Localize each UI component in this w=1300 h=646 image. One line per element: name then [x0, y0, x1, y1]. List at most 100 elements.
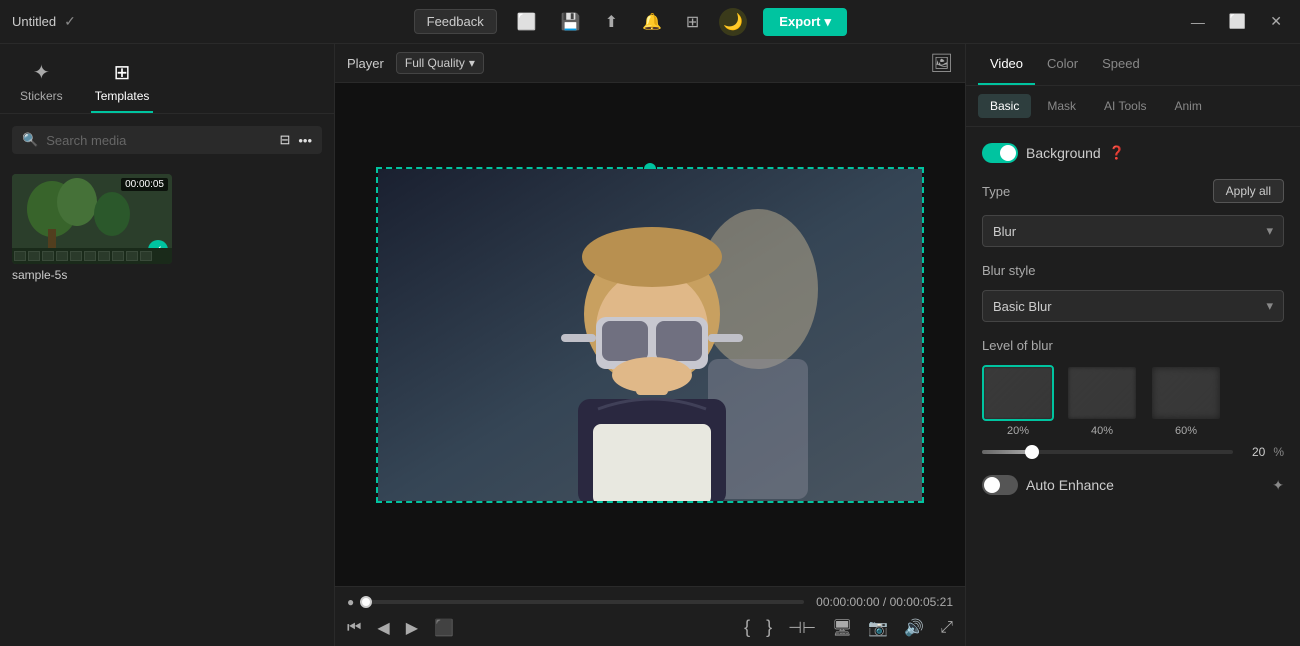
subtab-mask[interactable]: Mask	[1035, 94, 1088, 118]
fullscreen-icon[interactable]: ⤢	[940, 619, 953, 637]
more-icon[interactable]: •••	[298, 133, 312, 148]
mark-out-icon[interactable]: }	[766, 617, 772, 638]
monitor2-icon[interactable]: 🖥	[832, 618, 852, 638]
subtab-basic[interactable]: Basic	[978, 94, 1031, 118]
quality-select[interactable]: Full Quality ▾	[396, 52, 484, 74]
blur-pct-60: 60%	[1175, 425, 1197, 437]
center-area: Player Full Quality ▾ 🖼	[335, 44, 965, 646]
blur-style-dropdown[interactable]: Basic Blur ▾	[982, 290, 1284, 322]
export-label: Export	[779, 14, 820, 29]
video-frame	[376, 167, 924, 503]
blur-slider-value: 20	[1241, 445, 1265, 459]
step-back-icon[interactable]: ⏮	[347, 619, 361, 637]
player-bar: Player Full Quality ▾ 🖼	[335, 44, 965, 83]
video-scene-svg	[378, 169, 922, 501]
app-title: Untitled	[12, 14, 56, 29]
timeline-track[interactable]	[366, 600, 804, 604]
subtab-anim[interactable]: Anim	[1162, 94, 1213, 118]
blur-option-60: 60%	[1150, 365, 1222, 437]
video-background	[378, 169, 922, 501]
auto-enhance-row: Auto Enhance ✦	[982, 475, 1284, 495]
export-button[interactable]: Export ▾	[763, 8, 847, 36]
blur-level-label: Level of blur	[982, 338, 1053, 353]
maximize-button[interactable]: ⬜	[1223, 11, 1252, 32]
type-value: Blur	[993, 224, 1016, 239]
blur-level-options: 20% 40% 60%	[982, 365, 1284, 437]
blur-style-value: Basic Blur	[993, 299, 1052, 314]
minimize-button[interactable]: —	[1185, 12, 1211, 32]
blur-option-40: 40%	[1066, 365, 1138, 437]
play-icon[interactable]: ▶	[406, 618, 418, 638]
frame-back-icon[interactable]: ◀	[377, 618, 389, 638]
mark-in-icon[interactable]: {	[744, 617, 750, 638]
search-icons: ⊟ •••	[279, 132, 312, 148]
search-bar: 🔍 ⊟ •••	[12, 126, 322, 154]
image-export-icon[interactable]: 🖼	[930, 53, 953, 74]
blur-thumb-40[interactable]	[1066, 365, 1138, 421]
tab-video[interactable]: Video	[978, 44, 1035, 85]
blur-slider-thumb[interactable]	[1025, 445, 1039, 459]
background-info-icon[interactable]: ❓	[1109, 145, 1125, 161]
export-arrow: ▾	[824, 14, 831, 30]
blur-slider-row: 20 %	[982, 445, 1284, 459]
tab-color[interactable]: Color	[1035, 44, 1090, 85]
player-viewport	[335, 83, 965, 586]
auto-enhance-toggle[interactable]	[982, 475, 1018, 495]
blur-pct-20: 20%	[1007, 425, 1029, 437]
type-dropdown-arrow: ▾	[1266, 223, 1273, 239]
timeline-thumb[interactable]	[360, 596, 372, 608]
sidebar-item-templates[interactable]: ⊞ Templates	[91, 52, 154, 113]
right-content: Background ❓ Type Apply all Blur ▾ Blur …	[966, 127, 1300, 646]
grid-icon[interactable]: ⊞	[682, 8, 703, 36]
controls-bar: ● 00:00:00:00 / 00:00:05:21 ⏮ ◀ ▶ ⬛ { }	[335, 586, 965, 646]
media-thumbnail[interactable]: 00:00:05 ✓	[12, 174, 172, 264]
background-section: Background ❓	[982, 143, 1284, 163]
type-dropdown[interactable]: Blur ▾	[982, 215, 1284, 247]
player-label: Player	[347, 56, 384, 71]
notification-icon[interactable]: 🔔	[638, 8, 666, 36]
quality-value: Full Quality	[405, 56, 465, 70]
current-time: 00:00:00:00 / 00:00:05:21	[816, 595, 953, 609]
list-item: 00:00:05 ✓ sample-5s	[12, 174, 322, 282]
blur-pct-40: 40%	[1091, 425, 1113, 437]
titlebar: Untitled ✓ Feedback ⬜ 💾 ⬆ 🔔 ⊞ 🌙 Export ▾…	[0, 0, 1300, 44]
left-panel: ✦ Stickers ⊞ Templates 🔍 ⊟ •••	[0, 44, 335, 646]
background-toggle[interactable]	[982, 143, 1018, 163]
right-tabs: Video Color Speed	[966, 44, 1300, 86]
close-button[interactable]: ✕	[1264, 11, 1288, 32]
monitor-icon[interactable]: ⬜	[513, 8, 541, 36]
volume-icon[interactable]: 🔊	[904, 618, 924, 638]
stickers-icon: ✦	[33, 60, 50, 85]
save-icon[interactable]: 💾	[557, 8, 585, 36]
feedback-button[interactable]: Feedback	[414, 9, 497, 34]
blur-slider-unit: %	[1273, 445, 1284, 459]
quality-arrow: ▾	[469, 56, 475, 70]
film-strip	[12, 248, 172, 264]
type-row: Type Apply all	[982, 179, 1284, 203]
upload-icon[interactable]: ⬆	[601, 8, 622, 36]
blur-style-arrow: ▾	[1266, 298, 1273, 314]
templates-icon: ⊞	[114, 60, 131, 85]
subtab-ai-tools[interactable]: AI Tools	[1092, 94, 1158, 118]
blur-thumb-60[interactable]	[1150, 365, 1222, 421]
background-label: Background	[1026, 145, 1101, 161]
search-input[interactable]	[46, 133, 271, 148]
blur-thumb-20[interactable]	[982, 365, 1054, 421]
apply-all-button[interactable]: Apply all	[1213, 179, 1284, 203]
main-area: ✦ Stickers ⊞ Templates 🔍 ⊟ •••	[0, 44, 1300, 646]
tab-speed[interactable]: Speed	[1090, 44, 1152, 85]
stop-icon[interactable]: ⬛	[434, 618, 454, 638]
trim-icon[interactable]: ⊣⊢	[788, 618, 816, 638]
titlebar-left: Untitled ✓	[12, 13, 76, 30]
screenshot-icon[interactable]: 📷	[868, 618, 888, 638]
blur-option-20: 20%	[982, 365, 1054, 437]
auto-enhance-label: Auto Enhance	[1026, 477, 1114, 493]
type-label: Type	[982, 184, 1010, 199]
theme-icon[interactable]: 🌙	[719, 8, 747, 36]
filter-icon[interactable]: ⊟	[279, 132, 290, 148]
timeline-row: ● 00:00:00:00 / 00:00:05:21	[347, 595, 953, 609]
sidebar-item-stickers[interactable]: ✦ Stickers	[16, 52, 67, 113]
blur-slider-track	[982, 450, 1233, 454]
blur-style-row: Blur style	[982, 263, 1284, 278]
blur-preview-20	[984, 367, 1052, 419]
